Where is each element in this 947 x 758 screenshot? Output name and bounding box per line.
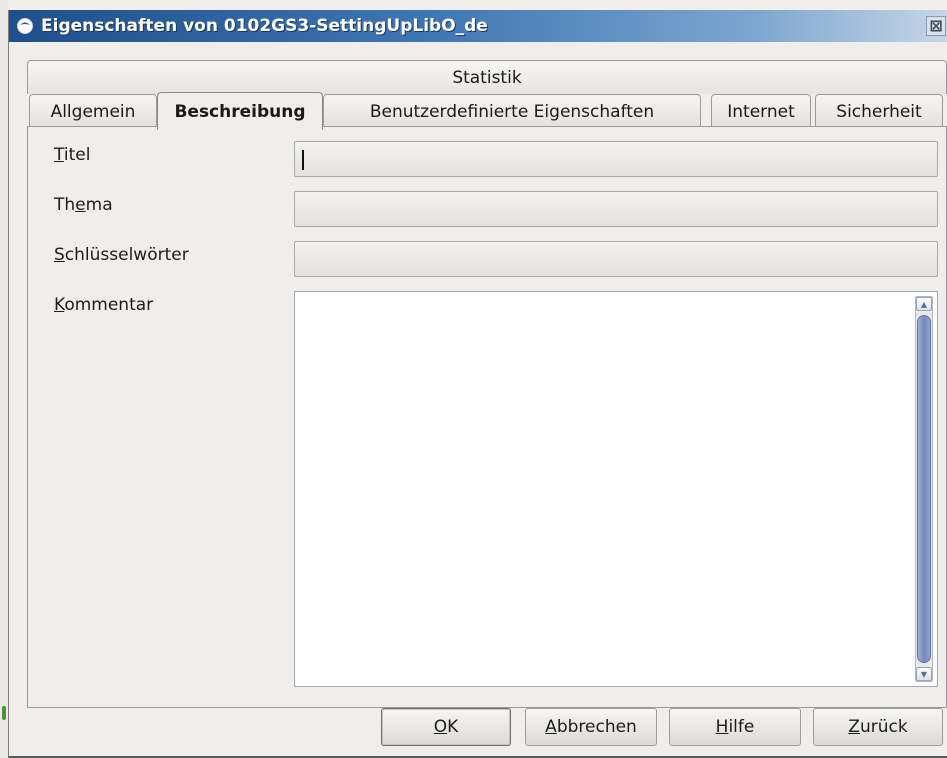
titel-mnemonic: T bbox=[54, 145, 64, 165]
titel-label: Titel bbox=[54, 145, 90, 165]
schluesselwoerter-field[interactable] bbox=[294, 241, 938, 277]
tab-allgemein-label: Allgemein bbox=[50, 101, 136, 122]
schluesselwoerter-label-text: chlüsselwörter bbox=[64, 245, 189, 265]
kommentar-textarea[interactable]: ▲ ▼ bbox=[294, 291, 938, 687]
tab-sicherheit-label: Sicherheit bbox=[836, 101, 922, 122]
thema-label-text-b: ma bbox=[85, 195, 113, 215]
tab-statistik[interactable]: Statistik bbox=[27, 60, 947, 94]
abbrechen-label: bbrechen bbox=[556, 717, 637, 737]
scroll-down-arrow-icon[interactable]: ▼ bbox=[916, 667, 932, 681]
close-icon[interactable]: ⊠ bbox=[926, 16, 946, 36]
kommentar-label-text: ommentar bbox=[64, 295, 154, 315]
kommentar-mnemonic: K bbox=[54, 295, 65, 315]
thema-input[interactable] bbox=[295, 192, 937, 226]
thema-field[interactable] bbox=[294, 191, 938, 227]
tab-benutzerdefinierte-eigenschaften-label: Benutzerdefinierte Eigenschaften bbox=[369, 101, 655, 122]
scroll-up-arrow-icon[interactable]: ▲ bbox=[916, 297, 932, 311]
ok-button[interactable]: OK bbox=[381, 708, 511, 746]
schluesselwoerter-input[interactable] bbox=[295, 242, 937, 276]
properties-dialog: Eigenschaften von 0102GS3-SettingUpLibO_… bbox=[8, 10, 947, 758]
tab-page-beschreibung: Titel Thema Schlüsselwörter Kommentar ▲ … bbox=[27, 126, 947, 708]
window-title: Eigenschaften von 0102GS3-SettingUpLibO_… bbox=[41, 16, 488, 36]
tab-beschreibung-label: Beschreibung bbox=[174, 101, 306, 122]
vertical-scrollbar[interactable]: ▲ ▼ bbox=[915, 296, 933, 682]
ok-mnemonic: O bbox=[433, 717, 448, 737]
zurueck-mnemonic: Z bbox=[848, 717, 860, 737]
text-cursor bbox=[302, 150, 304, 170]
abbrechen-mnemonic: A bbox=[545, 717, 557, 737]
tab-allgemein[interactable]: Allgemein bbox=[29, 94, 157, 128]
hilfe-label: ilfe bbox=[728, 717, 755, 737]
thema-mnemonic: e bbox=[75, 195, 86, 215]
zurueck-button[interactable]: Zurück bbox=[813, 708, 943, 746]
thema-label: Thema bbox=[54, 195, 113, 215]
title-bar: Eigenschaften von 0102GS3-SettingUpLibO_… bbox=[9, 10, 947, 42]
tab-sicherheit[interactable]: Sicherheit bbox=[815, 94, 943, 128]
abbrechen-button[interactable]: Abbrechen bbox=[525, 708, 657, 746]
tab-internet-label: Internet bbox=[727, 101, 795, 122]
background-strip bbox=[0, 0, 8, 758]
kommentar-label: Kommentar bbox=[54, 295, 153, 315]
hilfe-button[interactable]: Hilfe bbox=[669, 708, 801, 746]
schluesselwoerter-mnemonic: S bbox=[54, 245, 65, 265]
schluesselwoerter-label: Schlüsselwörter bbox=[54, 245, 189, 265]
tab-row: Allgemein Beschreibung Benutzerdefiniert… bbox=[27, 92, 947, 130]
ok-label: K bbox=[447, 717, 459, 737]
scroll-thumb[interactable] bbox=[917, 315, 931, 663]
tab-benutzerdefinierte-eigenschaften[interactable]: Benutzerdefinierte Eigenschaften bbox=[323, 94, 701, 128]
titel-label-text: itel bbox=[63, 145, 91, 165]
thema-label-text-a: Th bbox=[54, 195, 76, 215]
tab-beschreibung[interactable]: Beschreibung bbox=[157, 92, 323, 130]
hilfe-mnemonic: H bbox=[715, 717, 729, 737]
titel-input[interactable] bbox=[295, 142, 937, 176]
app-window-icon[interactable] bbox=[15, 16, 35, 36]
zurueck-label: urück bbox=[859, 717, 908, 737]
tab-internet[interactable]: Internet bbox=[711, 94, 811, 128]
tab-statistik-label: Statistik bbox=[452, 67, 522, 88]
background-mark bbox=[2, 706, 6, 720]
titel-field[interactable] bbox=[294, 141, 938, 177]
